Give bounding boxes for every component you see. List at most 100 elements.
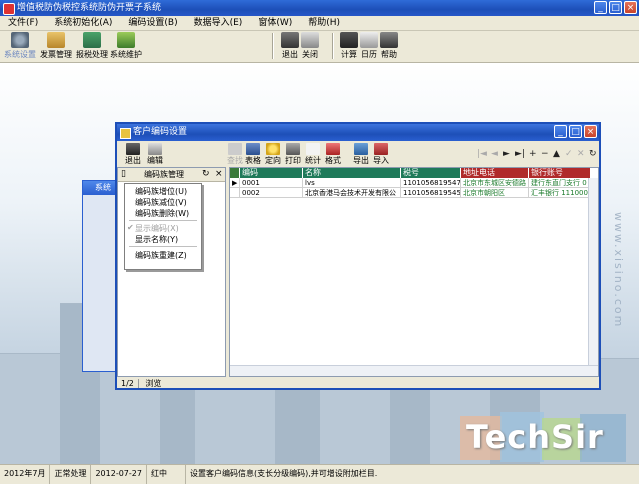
print-button[interactable]: 打印 xyxy=(285,143,301,166)
row-pointer: ▶ xyxy=(230,178,240,188)
format-icon xyxy=(326,143,340,155)
export-icon xyxy=(354,143,368,155)
tax-report-button[interactable]: 报税处理 xyxy=(76,32,108,60)
system-maintenance-button[interactable]: 系统维护 xyxy=(110,32,142,60)
side-watermark: www.xisino.com xyxy=(612,212,625,329)
tree-icon: ▯ xyxy=(121,169,126,179)
import-button[interactable]: 导入 xyxy=(373,143,389,166)
status-date: 2012-07-27 xyxy=(91,465,147,484)
menu-help[interactable]: 帮助(H) xyxy=(300,16,348,30)
cell-name[interactable]: lvs xyxy=(303,178,401,188)
cell-code[interactable]: 0001 xyxy=(240,178,303,188)
edit-icon xyxy=(148,143,162,155)
menu-separator xyxy=(129,246,197,247)
exit-icon xyxy=(281,32,299,48)
code-family-panel: ▯ 编码族管理 ↻ × 编码族增位(U) 编码族减位(V) 编码族删除(W) ✔… xyxy=(117,167,226,377)
calendar-icon xyxy=(360,32,378,48)
cell-tax-id[interactable]: 110105681954555 xyxy=(401,188,461,198)
export-button[interactable]: 导出 xyxy=(353,143,369,166)
column-header-address-phone[interactable]: 地址电话 xyxy=(461,168,529,178)
panel-close-icon[interactable]: × xyxy=(215,168,223,181)
menu-delete-family[interactable]: 编码族删除(W) xyxy=(135,208,189,219)
toolbar-separator xyxy=(272,33,274,59)
dialog-close-button[interactable]: × xyxy=(584,125,597,138)
invoice-icon xyxy=(47,32,65,48)
row-marker xyxy=(230,188,240,198)
dialog-edit-button[interactable]: 编辑 xyxy=(147,143,163,166)
dialog-toolbar: 退出 编辑 查找 表格 定向 打印 统计 格式 导出 导入 |◄ ◄ ► ►| … xyxy=(117,141,599,166)
last-record-button[interactable]: ►| xyxy=(515,149,525,159)
close-tool-button[interactable]: 关闭 xyxy=(301,32,319,60)
horizontal-scrollbar[interactable] xyxy=(230,365,598,376)
dialog-title: 客户编码设置 xyxy=(133,127,188,137)
cell-address-phone[interactable]: 北京市东城区安德路 xyxy=(461,178,529,188)
cell-bank-account[interactable]: 建行东直门支行 0 xyxy=(529,178,591,188)
status-month: 2012年7月 xyxy=(0,465,51,484)
menu-file[interactable]: 文件(F) xyxy=(0,16,46,30)
delete-record-button[interactable]: − xyxy=(541,149,549,159)
menu-rebuild-family[interactable]: 编码族重建(Z) xyxy=(135,250,187,261)
orient-button[interactable]: 定向 xyxy=(265,143,281,166)
printer-icon xyxy=(286,143,300,155)
cell-address-phone[interactable]: 北京市朝阳区 xyxy=(461,188,529,198)
dialog-title-bar: 客户编码设置 _ □ × xyxy=(117,124,599,141)
column-header-code[interactable]: 编码 xyxy=(240,168,303,178)
next-record-button[interactable]: ► xyxy=(503,149,510,159)
system-settings-button[interactable]: 系统设置 xyxy=(4,32,36,60)
confirm-button[interactable]: ✓ xyxy=(565,149,573,159)
menu-system-init[interactable]: 系统初始化(A) xyxy=(46,16,120,30)
minimize-button[interactable]: _ xyxy=(594,1,607,14)
dialog-minimize-button[interactable]: _ xyxy=(554,125,567,138)
help-button[interactable]: 帮助 xyxy=(380,32,398,60)
close-icon xyxy=(301,32,319,48)
main-title-bar: 增值税防伪税控系统防伪开票子系统 _ □ × xyxy=(0,0,639,16)
refresh-button[interactable]: ↻ xyxy=(589,149,597,159)
prev-record-button[interactable]: ◄ xyxy=(491,149,498,159)
calendar-button[interactable]: 日历 xyxy=(360,32,378,60)
close-button[interactable]: × xyxy=(624,1,637,14)
add-record-button[interactable]: + xyxy=(529,149,537,159)
exit-icon xyxy=(126,143,140,155)
dialog-maximize-button[interactable]: □ xyxy=(569,125,582,138)
menu-data-import[interactable]: 数据导入(E) xyxy=(186,16,251,30)
page-indicator: 1/2 xyxy=(117,379,139,388)
table-button[interactable]: 表格 xyxy=(245,143,261,166)
cell-name[interactable]: 北京香港马会技术开发有限公 xyxy=(303,188,401,198)
menu-add-digit[interactable]: 编码族增位(U) xyxy=(135,186,187,197)
vertical-scrollbar[interactable] xyxy=(588,178,598,366)
panel-refresh-icon[interactable]: ↻ xyxy=(202,168,210,181)
format-button[interactable]: 格式 xyxy=(325,143,341,166)
column-header-bank-account[interactable]: 银行账号 xyxy=(529,168,591,178)
calculator-icon xyxy=(340,32,358,48)
invoice-management-button[interactable]: 发票管理 xyxy=(40,32,72,60)
statistics-button[interactable]: 统计 xyxy=(305,143,321,166)
menu-show-code[interactable]: 显示编码(X) xyxy=(135,223,179,234)
menu-remove-digit[interactable]: 编码族减位(V) xyxy=(135,197,187,208)
cell-code[interactable]: 0002 xyxy=(240,188,303,198)
move-up-button[interactable]: ▲ xyxy=(553,149,560,159)
settings-icon xyxy=(11,32,29,48)
customer-grid: 编码 名称 税号 地址电话 银行账号 ▶ 0001 lvs 1101056819… xyxy=(229,167,599,377)
maintenance-icon xyxy=(117,32,135,48)
star-icon xyxy=(266,143,280,155)
cancel-button[interactable]: ✕ xyxy=(577,149,585,159)
menu-window[interactable]: 窗体(W) xyxy=(250,16,300,30)
column-header-name[interactable]: 名称 xyxy=(303,168,401,178)
maximize-button[interactable]: □ xyxy=(609,1,622,14)
cell-tax-id[interactable]: 110105681954777 xyxy=(401,178,461,188)
cell-bank-account[interactable]: 汇丰银行 111000 xyxy=(529,188,591,198)
exit-button[interactable]: 退出 xyxy=(281,32,299,60)
menu-code-settings[interactable]: 编码设置(B) xyxy=(120,16,185,30)
first-record-button[interactable]: |◄ xyxy=(477,149,487,159)
dialog-exit-button[interactable]: 退出 xyxy=(125,143,141,166)
find-button[interactable]: 查找 xyxy=(227,143,243,166)
check-icon: ✔ xyxy=(127,223,134,232)
calculator-button[interactable]: 计算 xyxy=(340,32,358,60)
column-header-tax-id[interactable]: 税号 xyxy=(401,168,461,178)
menu-show-name[interactable]: 显示名称(Y) xyxy=(135,234,178,245)
dialog-status-bar: 1/2 浏览 xyxy=(117,378,599,390)
app-icon xyxy=(3,3,15,15)
find-icon xyxy=(228,143,242,155)
menu-bar: 文件(F) 系统初始化(A) 编码设置(B) 数据导入(E) 窗体(W) 帮助(… xyxy=(0,16,639,31)
logo-text: TechSir xyxy=(466,418,604,456)
